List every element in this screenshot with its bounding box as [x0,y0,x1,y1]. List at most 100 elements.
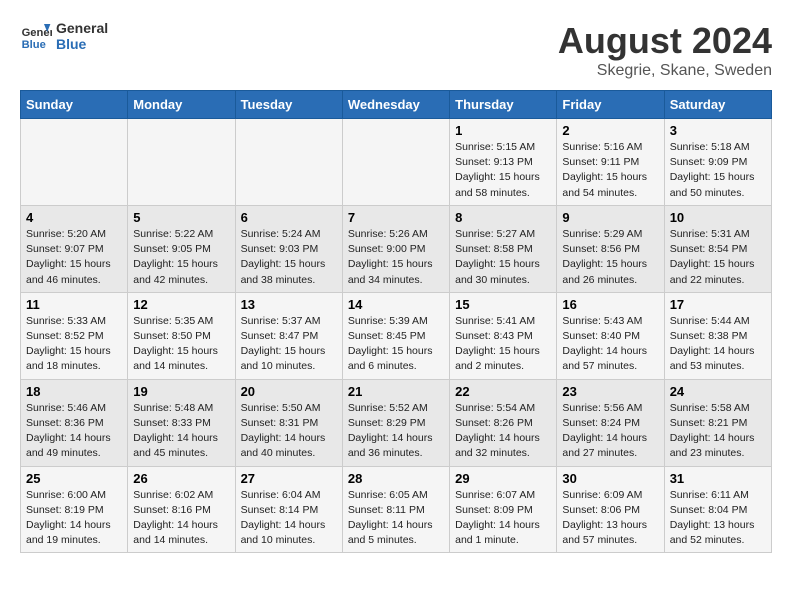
day-number: 19 [133,384,229,399]
day-info: Sunrise: 5:15 AM Sunset: 9:13 PM Dayligh… [455,140,551,201]
day-number: 1 [455,123,551,138]
calendar-cell: 17Sunrise: 5:44 AM Sunset: 8:38 PM Dayli… [664,292,771,379]
day-info: Sunrise: 5:41 AM Sunset: 8:43 PM Dayligh… [455,314,551,375]
day-info: Sunrise: 5:46 AM Sunset: 8:36 PM Dayligh… [26,401,122,462]
day-number: 24 [670,384,766,399]
calendar-cell: 27Sunrise: 6:04 AM Sunset: 8:14 PM Dayli… [235,466,342,553]
day-number: 5 [133,210,229,225]
calendar-cell: 28 Sunrise: 6:05 AM Sunset: 8:11 PM Dayli… [342,466,449,553]
calendar-cell: 8Sunrise: 5:27 AM Sunset: 8:58 PM Daylig… [450,205,557,292]
day-number: 31 [670,471,766,486]
day-header-friday: Friday [557,91,664,119]
day-info: Sunrise: 5:26 AM Sunset: 9:00 PM Dayligh… [348,227,444,288]
day-info: Sunrise: 6:05 AM Sunset: 8:11 PM Dayligh… [348,488,444,549]
day-info: Sunrise: 5:58 AM Sunset: 8:21 PM Dayligh… [670,401,766,462]
calendar-cell [21,119,128,206]
week-row-3: 11 Sunrise: 5:33 AM Sunset: 8:52 PM Dayli… [21,292,772,379]
logo-text-line1: General [56,20,108,36]
week-row-5: 25 Sunrise: 6:00 AM Sunset: 8:19 PM Dayli… [21,466,772,553]
calendar-cell [342,119,449,206]
calendar-cell: 30 Sunrise: 6:09 AM Sunset: 8:06 PM Dayli… [557,466,664,553]
calendar-cell: 11 Sunrise: 5:33 AM Sunset: 8:52 PM Dayli… [21,292,128,379]
title-area: August 2024 Skegrie, Skane, Sweden [558,20,772,80]
calendar-cell: 13 Sunrise: 5:37 AM Sunset: 8:47 PM Dayli… [235,292,342,379]
day-info: Sunrise: 5:39 AM Sunset: 8:45 PM Dayligh… [348,314,444,375]
day-number: 18 [26,384,122,399]
week-row-1: 1 Sunrise: 5:15 AM Sunset: 9:13 PM Daylig… [21,119,772,206]
calendar-cell: 9 Sunrise: 5:29 AM Sunset: 8:56 PM Daylig… [557,205,664,292]
calendar-cell: 10 Sunrise: 5:31 AM Sunset: 8:54 PM Dayli… [664,205,771,292]
day-number: 30 [562,471,658,486]
day-info: Sunrise: 5:54 AM Sunset: 8:26 PM Dayligh… [455,401,551,462]
page-header: General Blue General Blue August 2024 Sk… [20,20,772,80]
day-number: 12 [133,297,229,312]
day-info: Sunrise: 6:04 AM Sunset: 8:14 PM Dayligh… [241,488,337,549]
day-info: Sunrise: 5:48 AM Sunset: 8:33 PM Dayligh… [133,401,229,462]
day-header-tuesday: Tuesday [235,91,342,119]
calendar-cell [235,119,342,206]
day-number: 26 [133,471,229,486]
calendar-cell: 7 Sunrise: 5:26 AM Sunset: 9:00 PM Daylig… [342,205,449,292]
calendar-cell: 14Sunrise: 5:39 AM Sunset: 8:45 PM Dayli… [342,292,449,379]
day-info: Sunrise: 5:50 AM Sunset: 8:31 PM Dayligh… [241,401,337,462]
day-number: 3 [670,123,766,138]
day-info: Sunrise: 6:02 AM Sunset: 8:16 PM Dayligh… [133,488,229,549]
calendar-cell: 15 Sunrise: 5:41 AM Sunset: 8:43 PM Dayli… [450,292,557,379]
day-header-saturday: Saturday [664,91,771,119]
calendar-cell: 31 Sunrise: 6:11 AM Sunset: 8:04 PM Dayli… [664,466,771,553]
day-info: Sunrise: 5:43 AM Sunset: 8:40 PM Dayligh… [562,314,658,375]
day-info: Sunrise: 5:20 AM Sunset: 9:07 PM Dayligh… [26,227,122,288]
calendar-cell: 24 Sunrise: 5:58 AM Sunset: 8:21 PM Dayli… [664,379,771,466]
day-number: 25 [26,471,122,486]
day-number: 2 [562,123,658,138]
calendar-cell: 1 Sunrise: 5:15 AM Sunset: 9:13 PM Daylig… [450,119,557,206]
calendar-cell: 26 Sunrise: 6:02 AM Sunset: 8:16 PM Dayli… [128,466,235,553]
day-number: 9 [562,210,658,225]
calendar-subtitle: Skegrie, Skane, Sweden [558,62,772,80]
calendar-cell: 2Sunrise: 5:16 AM Sunset: 9:11 PM Daylig… [557,119,664,206]
day-info: Sunrise: 5:27 AM Sunset: 8:58 PM Dayligh… [455,227,551,288]
day-info: Sunrise: 5:37 AM Sunset: 8:47 PM Dayligh… [241,314,337,375]
calendar-cell: 6Sunrise: 5:24 AM Sunset: 9:03 PM Daylig… [235,205,342,292]
day-number: 7 [348,210,444,225]
day-header-sunday: Sunday [21,91,128,119]
day-number: 16 [562,297,658,312]
day-info: Sunrise: 6:11 AM Sunset: 8:04 PM Dayligh… [670,488,766,549]
day-info: Sunrise: 5:33 AM Sunset: 8:52 PM Dayligh… [26,314,122,375]
calendar-cell: 25 Sunrise: 6:00 AM Sunset: 8:19 PM Dayli… [21,466,128,553]
calendar-cell: 16 Sunrise: 5:43 AM Sunset: 8:40 PM Dayli… [557,292,664,379]
calendar-cell: 18 Sunrise: 5:46 AM Sunset: 8:36 PM Dayli… [21,379,128,466]
calendar-cell: 19 Sunrise: 5:48 AM Sunset: 8:33 PM Dayli… [128,379,235,466]
svg-text:Blue: Blue [22,39,46,51]
calendar-cell: 20 Sunrise: 5:50 AM Sunset: 8:31 PM Dayli… [235,379,342,466]
day-number: 15 [455,297,551,312]
week-row-4: 18 Sunrise: 5:46 AM Sunset: 8:36 PM Dayli… [21,379,772,466]
day-info: Sunrise: 5:52 AM Sunset: 8:29 PM Dayligh… [348,401,444,462]
day-info: Sunrise: 5:56 AM Sunset: 8:24 PM Dayligh… [562,401,658,462]
day-number: 28 [348,471,444,486]
day-info: Sunrise: 5:35 AM Sunset: 8:50 PM Dayligh… [133,314,229,375]
calendar-cell: 22Sunrise: 5:54 AM Sunset: 8:26 PM Dayli… [450,379,557,466]
day-number: 13 [241,297,337,312]
day-number: 21 [348,384,444,399]
calendar-table: SundayMondayTuesdayWednesdayThursdayFrid… [20,90,772,553]
day-header-wednesday: Wednesday [342,91,449,119]
day-number: 4 [26,210,122,225]
calendar-cell: 23Sunrise: 5:56 AM Sunset: 8:24 PM Dayli… [557,379,664,466]
logo: General Blue General Blue [20,20,108,52]
day-info: Sunrise: 6:07 AM Sunset: 8:09 PM Dayligh… [455,488,551,549]
day-info: Sunrise: 5:31 AM Sunset: 8:54 PM Dayligh… [670,227,766,288]
day-info: Sunrise: 5:24 AM Sunset: 9:03 PM Dayligh… [241,227,337,288]
day-info: Sunrise: 5:29 AM Sunset: 8:56 PM Dayligh… [562,227,658,288]
days-header-row: SundayMondayTuesdayWednesdayThursdayFrid… [21,91,772,119]
day-number: 17 [670,297,766,312]
day-number: 10 [670,210,766,225]
day-number: 20 [241,384,337,399]
calendar-cell: 3Sunrise: 5:18 AM Sunset: 9:09 PM Daylig… [664,119,771,206]
day-number: 11 [26,297,122,312]
day-info: Sunrise: 6:09 AM Sunset: 8:06 PM Dayligh… [562,488,658,549]
calendar-cell: 29Sunrise: 6:07 AM Sunset: 8:09 PM Dayli… [450,466,557,553]
day-info: Sunrise: 6:00 AM Sunset: 8:19 PM Dayligh… [26,488,122,549]
logo-text-line2: Blue [56,36,108,52]
calendar-cell: 4 Sunrise: 5:20 AM Sunset: 9:07 PM Daylig… [21,205,128,292]
